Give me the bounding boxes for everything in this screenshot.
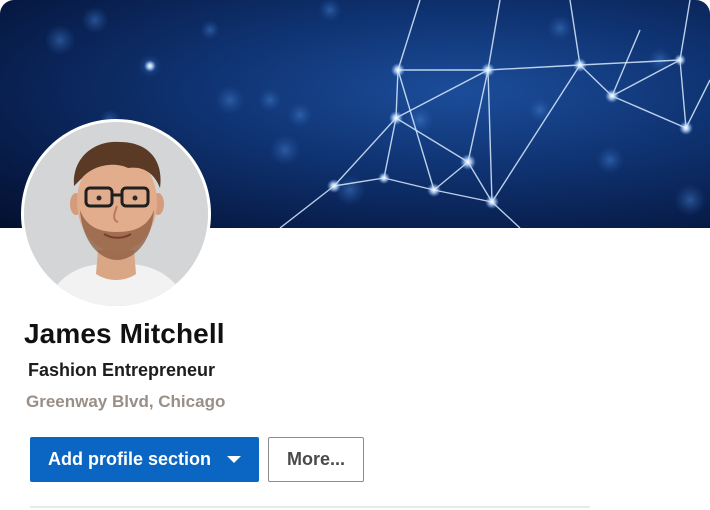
avatar-portrait <box>24 122 208 306</box>
profile-headline: Fashion Entrepreneur <box>28 360 216 380</box>
more-label: More... <box>286 449 345 469</box>
profile-location: Greenway Blvd, Chicago <box>26 392 226 411</box>
profile-avatar[interactable] <box>24 122 208 306</box>
add-profile-section-button[interactable]: Add profile section <box>30 437 259 482</box>
more-button[interactable]: More... <box>268 437 364 482</box>
profile-card: James Mitchell Fashion Entrepreneur Gree… <box>0 0 710 510</box>
add-profile-section-label: Add profile section <box>48 449 212 469</box>
chevron-down-icon <box>227 456 241 463</box>
card-divider <box>30 506 590 508</box>
profile-name: James Mitchell <box>24 318 225 349</box>
